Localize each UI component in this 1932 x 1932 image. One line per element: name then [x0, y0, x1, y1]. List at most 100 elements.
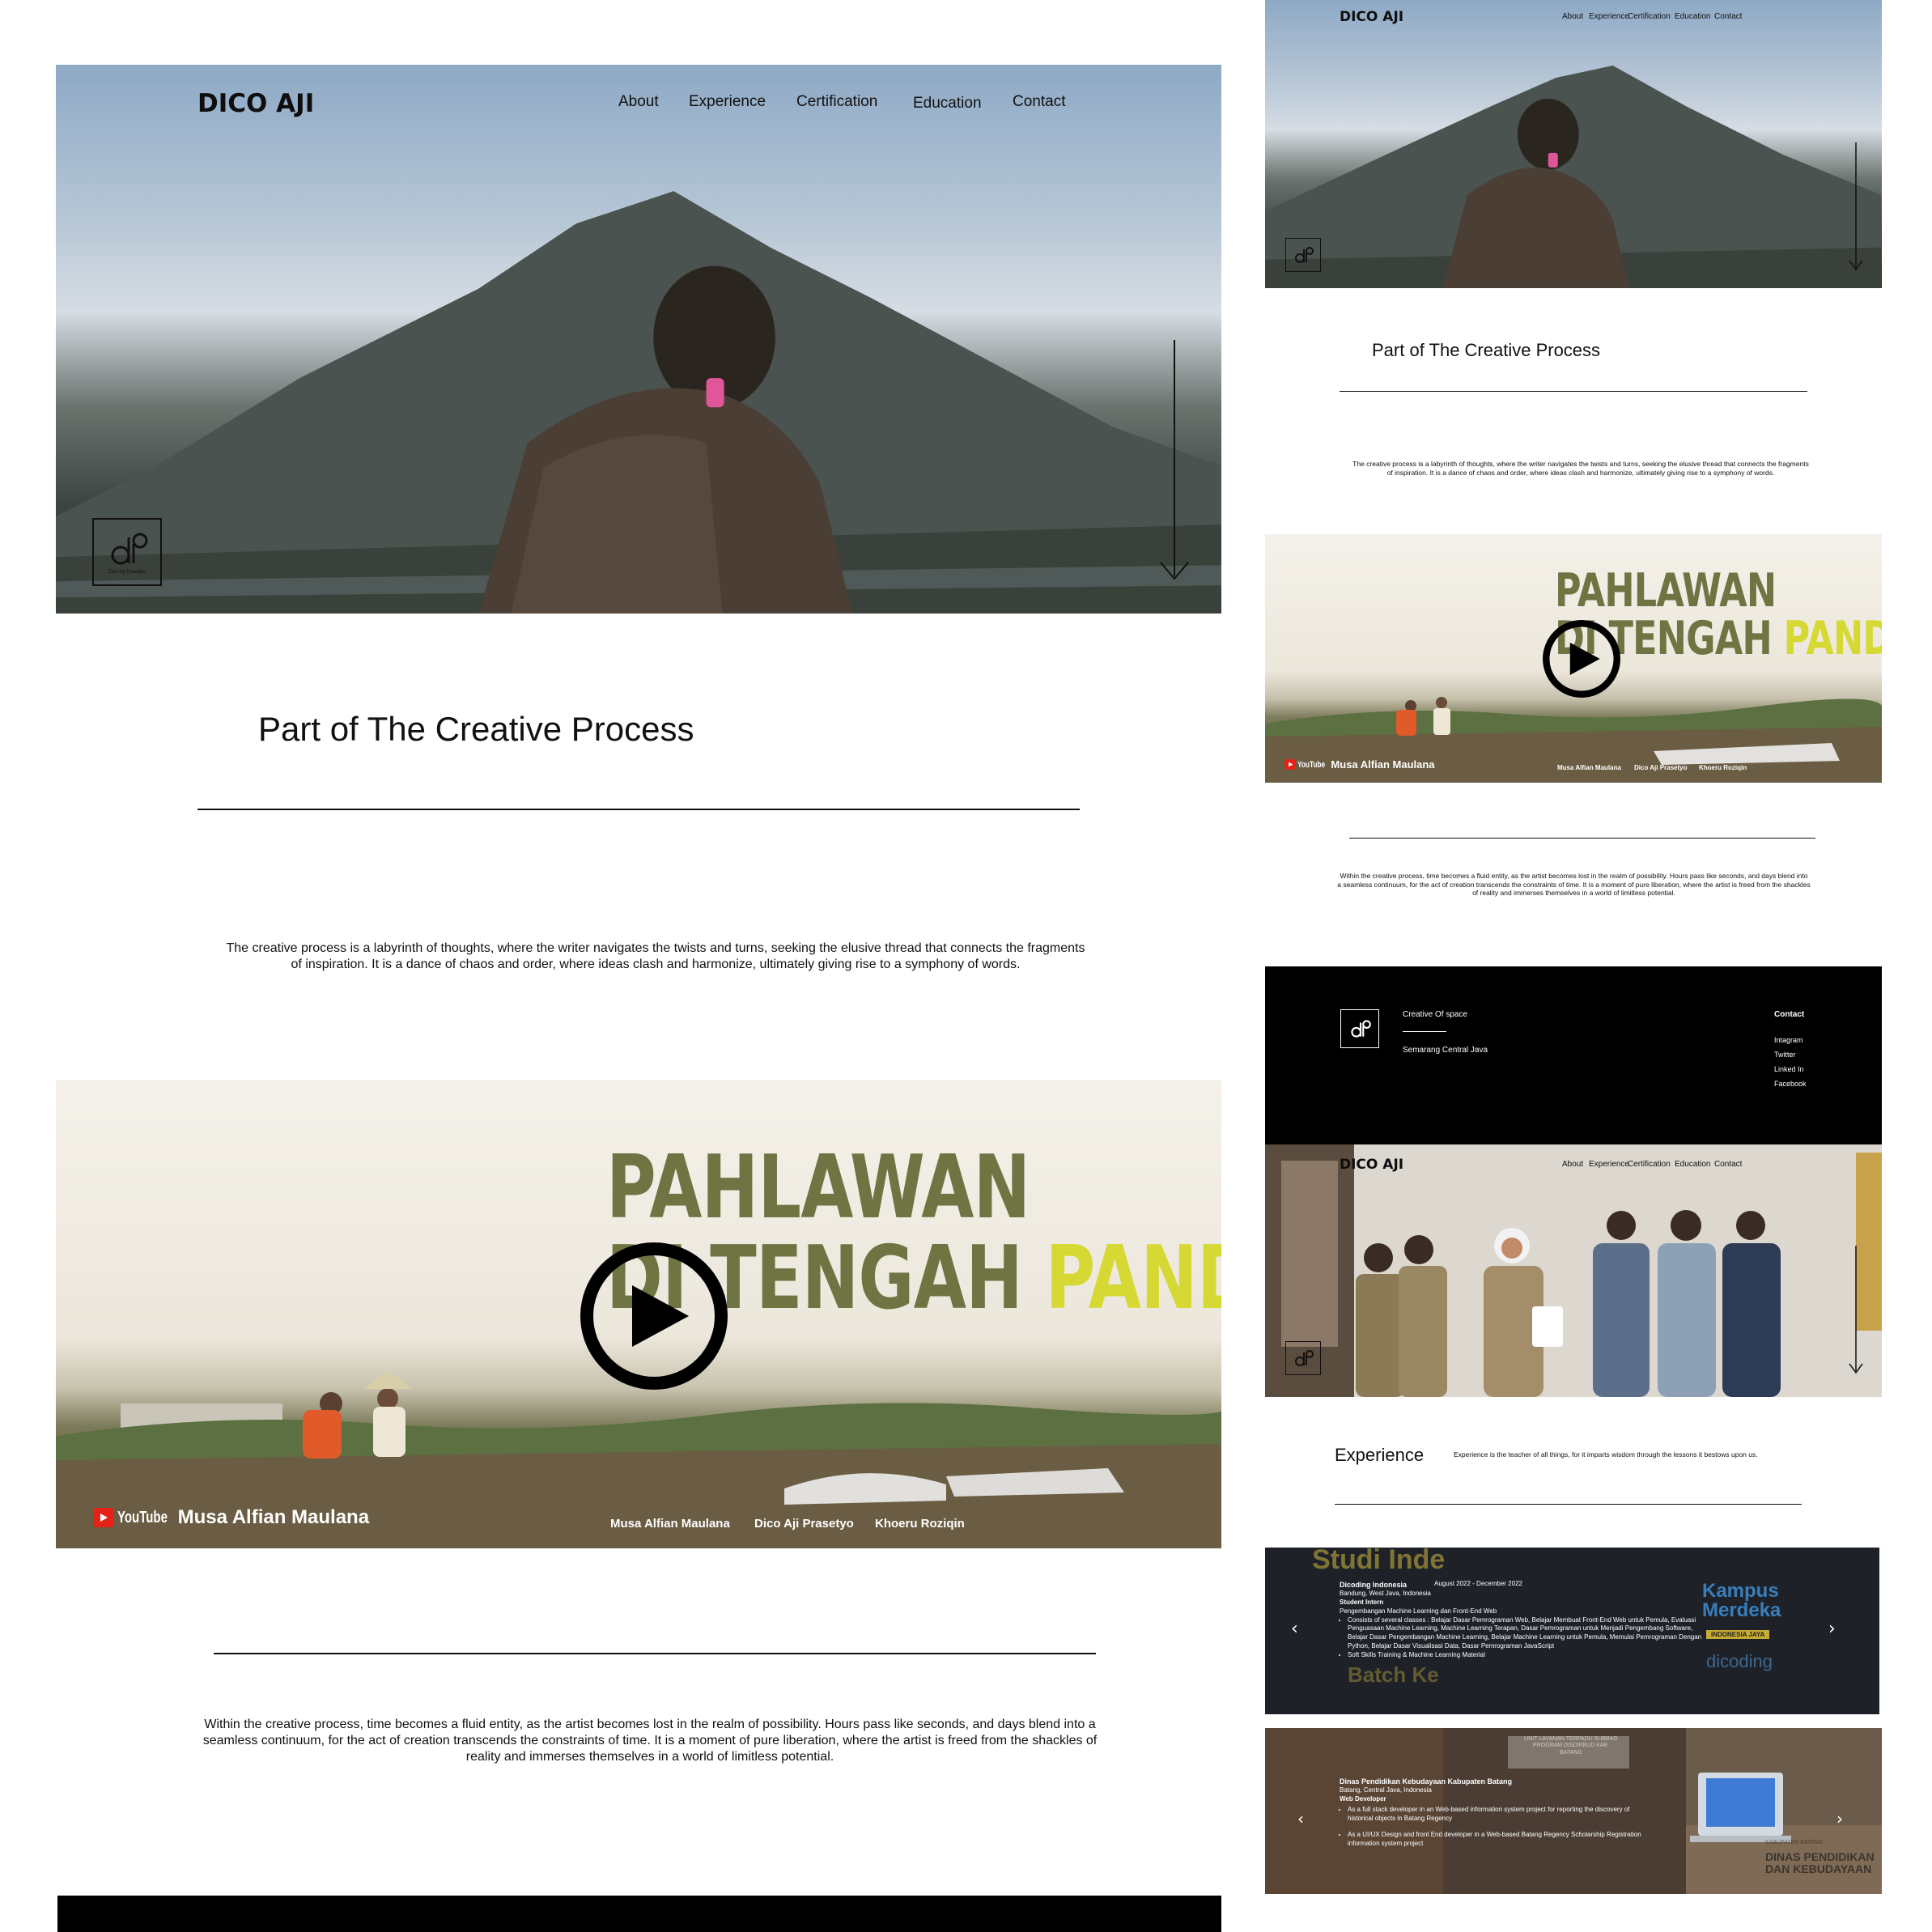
card1-bg-text-1: Studi Inde	[1312, 1548, 1446, 1575]
logo-mark-icon	[111, 533, 148, 565]
hero-banner: DICO AJI About Experience Certification …	[56, 65, 1221, 614]
preview-section-divider	[1340, 391, 1807, 392]
preview-video-title-line2b: PANDEMI	[1783, 612, 1882, 665]
preview-youtube-logo-icon	[1284, 759, 1296, 770]
experience-divider	[1335, 1504, 1802, 1505]
card1-bg-text-5: dicoding	[1706, 1651, 1773, 1671]
card1-bullets: Consists of several classes : Belajar Da…	[1340, 1616, 1704, 1660]
card2-prev-arrow-icon[interactable]: ‹	[1297, 1809, 1304, 1828]
preview-video-credit-1: Musa Alfian Maulana	[1557, 764, 1621, 771]
section-title: Part of The Creative Process	[258, 710, 694, 748]
card1-content: Dicoding Indonesia August 2022 - Decembe…	[1340, 1580, 1704, 1660]
experience-card-disdikbud[interactable]: UNIT LAYANAN TERPADU SUBBAG PROGRAM DISD…	[1265, 1728, 1882, 1894]
preview-brand-logo[interactable]: DICO AJI	[1340, 9, 1403, 25]
scroll-down-arrow-icon[interactable]	[1158, 340, 1191, 583]
exp-scroll-down-arrow-icon[interactable]	[1848, 1246, 1864, 1375]
youtube-channel-badge: YouTube Musa Alfian Maulana	[93, 1506, 369, 1529]
preview-video-credit-2: Dico Aji Prasetyo	[1634, 764, 1688, 771]
footer-link-instagram[interactable]: Intagram	[1774, 1036, 1803, 1044]
exp-brand-logo[interactable]: DICO AJI	[1340, 1157, 1403, 1173]
preview-youtube-badge: YouTube Musa Alfian Maulana	[1284, 758, 1435, 771]
nav-education[interactable]: Education	[913, 95, 982, 113]
preview-section2-paragraph: Within the creative process, time become…	[1337, 872, 1811, 898]
card1-org: Dicoding Indonesia	[1340, 1581, 1408, 1589]
preview-scroll-down-arrow-icon[interactable]	[1848, 142, 1864, 272]
card2-content: Dinas Pendidikan Kebudayaan Kabupaten Ba…	[1340, 1777, 1647, 1849]
preview-mountain-illustration	[1265, 66, 1882, 288]
exp-site-logo[interactable]	[1285, 1341, 1321, 1375]
preview-nav-contact[interactable]: Contact	[1714, 12, 1742, 21]
site-logo[interactable]: Dico Aji Prasetyo	[92, 518, 162, 586]
preview-section2-divider	[1349, 838, 1815, 839]
section2-paragraph: Within the creative process, time become…	[202, 1718, 1098, 1764]
preview-logo-mark-icon	[1295, 247, 1314, 263]
footer-link-twitter[interactable]: Twitter	[1774, 1051, 1796, 1059]
preview-site-logo[interactable]	[1285, 238, 1321, 272]
preview-play-button-icon[interactable]	[1542, 619, 1621, 698]
nav-certification[interactable]: Certification	[796, 93, 877, 111]
brand-logo[interactable]: DICO AJI	[197, 89, 314, 118]
footer-logo[interactable]	[1340, 1009, 1379, 1048]
preview-nav-education[interactable]: Education	[1675, 12, 1710, 21]
preview-youtube-label: YouTube	[1297, 759, 1326, 770]
nav-experience[interactable]: Experience	[689, 93, 766, 111]
exp-nav-contact[interactable]: Contact	[1714, 1160, 1742, 1169]
footer-link-facebook[interactable]: Facebook	[1774, 1080, 1807, 1088]
exp-nav-education[interactable]: Education	[1675, 1160, 1710, 1169]
footer-tagline-divider	[1403, 1031, 1446, 1032]
card1-bg-text-4: INDONESIA JAYA	[1706, 1630, 1770, 1639]
preview-section-title: Part of The Creative Process	[1372, 340, 1601, 360]
card1-bg-text-3: Kampus Merdeka	[1702, 1580, 1781, 1621]
footer-contact-heading: Contact	[1774, 1010, 1805, 1019]
card2-bg-text-1: UNIT LAYANAN TERPADU SUBBAG PROGRAM DISD…	[1524, 1736, 1618, 1756]
preview-section-paragraph: The creative process is a labyrinth of t…	[1352, 460, 1809, 477]
footer: Creative Of space Semarang Central Java …	[1265, 966, 1882, 1144]
preview-video-thumbnail[interactable]: PAHLAWAN DI TENGAH PANDEMI YouTube Musa …	[1265, 534, 1882, 783]
card2-org: Dinas Pendidikan Kebudayaan Kabupaten Ba…	[1340, 1777, 1513, 1786]
nav-contact[interactable]: Contact	[1013, 93, 1065, 111]
card2-next-arrow-icon[interactable]: ›	[1836, 1809, 1843, 1828]
footer-location: Semarang Central Java	[1403, 1046, 1488, 1055]
youtube-label: YouTube	[117, 1508, 168, 1526]
video-credit-1: Musa Alfian Maulana	[610, 1517, 730, 1531]
footer-strip	[57, 1896, 1221, 1932]
card2-bullets: As a full stack developer in an Web-base…	[1340, 1806, 1647, 1849]
card1-bg-text-2: Batch Ke	[1348, 1662, 1439, 1687]
experience-subtitle: Experience is the teacher of all things,…	[1454, 1450, 1758, 1459]
video-author: Musa Alfian Maulana	[177, 1506, 370, 1528]
card2-bullet-1: As a full stack developer in an Web-base…	[1348, 1806, 1647, 1824]
preview-video-title-line1: PAHLAWAN	[1555, 564, 1777, 618]
card2-bullet-2: As a UI/UX Design and front End develope…	[1348, 1831, 1647, 1849]
nav-about[interactable]: About	[618, 93, 659, 111]
play-button-icon[interactable]	[579, 1241, 729, 1391]
preview-nav-about[interactable]: About	[1562, 12, 1583, 21]
card1-bullet-1: Consists of several classes : Belajar Da…	[1348, 1616, 1704, 1651]
section-divider	[197, 809, 1080, 810]
card1-next-arrow-icon[interactable]: ›	[1828, 1619, 1836, 1639]
section2-divider	[214, 1653, 1096, 1654]
experience-heading: Experience	[1335, 1445, 1425, 1465]
card2-bg-text-3: KABUPATEN BATANG	[1765, 1840, 1824, 1845]
video-credit-3: Khoeru Roziqin	[875, 1517, 965, 1531]
experience-card-dicoding[interactable]: Studi Inde Batch Ke Kampus Merdeka INDON…	[1265, 1548, 1879, 1714]
footer-tagline: Creative Of space	[1403, 1010, 1468, 1019]
preview-video-author: Musa Alfian Maulana	[1331, 758, 1435, 771]
logo-caption: Dico Aji Prasetyo	[108, 570, 146, 575]
mountain-illustration	[56, 190, 1221, 614]
preview-nav-certification[interactable]: Certification	[1628, 12, 1671, 21]
card1-prev-arrow-icon[interactable]: ‹	[1291, 1619, 1298, 1639]
video-title-line1: PAHLAWAN	[606, 1137, 1030, 1238]
exp-nav-certification[interactable]: Certification	[1628, 1160, 1671, 1169]
section-paragraph: The creative process is a labyrinth of t…	[226, 941, 1085, 971]
exp-logo-mark-icon	[1295, 1350, 1314, 1366]
card2-location: Batang, Central Java, Indonesia	[1340, 1786, 1432, 1794]
preview-hero-banner: DICO AJI About Experience Certification …	[1265, 0, 1882, 288]
video-credit-2: Dico Aji Prasetyo	[754, 1517, 854, 1531]
preview-nav-experience[interactable]: Experience	[1589, 12, 1629, 21]
exp-nav-experience[interactable]: Experience	[1589, 1160, 1629, 1169]
video-thumbnail[interactable]: PAHLAWAN DI TENGAH PANDEMI YouTube Musa …	[56, 1080, 1221, 1548]
card1-period: August 2022 - December 2022	[1434, 1580, 1522, 1587]
footer-link-linkedin[interactable]: Linked In	[1774, 1065, 1804, 1073]
exp-nav-about[interactable]: About	[1562, 1160, 1583, 1169]
card1-bullet-2: Soft Skills Training & Machine Learning …	[1348, 1651, 1704, 1660]
